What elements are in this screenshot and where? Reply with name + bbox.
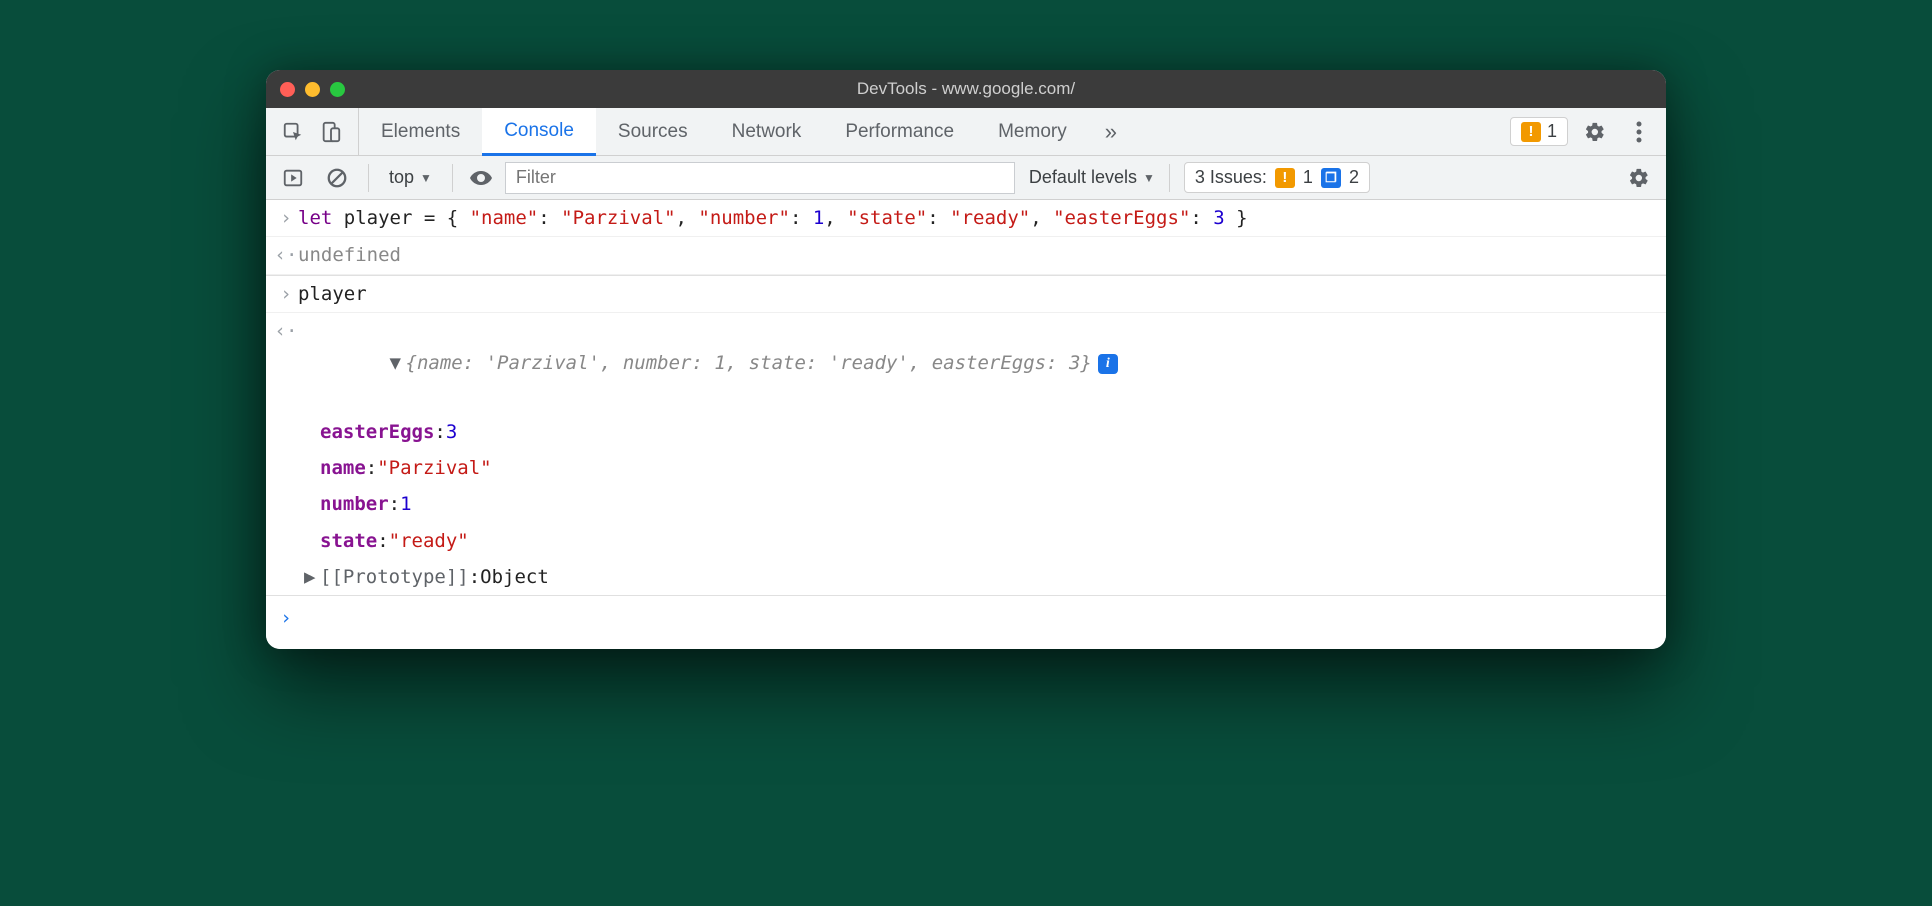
console-input-row[interactable]: › player [266, 275, 1666, 313]
kebab-menu-icon[interactable] [1622, 115, 1656, 149]
separator [452, 164, 453, 192]
object-property-row[interactable]: name: "Parzival" [266, 450, 1666, 486]
more-tabs-icon[interactable]: » [1089, 108, 1133, 155]
warning-icon: ! [1521, 122, 1541, 142]
input-prompt-icon: › [274, 278, 298, 310]
info-badge-icon[interactable]: i [1098, 354, 1118, 374]
disclosure-triangle-icon[interactable]: ▶ [304, 561, 320, 593]
tabs-container: Elements Console Sources Network Perform… [359, 108, 1510, 155]
console-output-row: ‹· ▼{name: 'Parzival', number: 1, state:… [266, 313, 1666, 414]
context-label: top [389, 167, 414, 188]
window-title: DevTools - www.google.com/ [266, 79, 1666, 99]
tab-console[interactable]: Console [482, 108, 596, 156]
issues-warn-count: 1 [1303, 167, 1313, 188]
tab-performance[interactable]: Performance [823, 108, 976, 155]
object-summary: {name: 'Parzival', number: 1, state: 're… [406, 352, 1092, 374]
tab-network[interactable]: Network [710, 108, 824, 155]
output-prompt-icon: ‹· [274, 315, 298, 412]
separator [1169, 164, 1170, 192]
clear-console-icon[interactable] [320, 161, 354, 195]
chevron-down-icon: ▼ [1143, 171, 1155, 185]
prototype-value: Object [480, 561, 549, 593]
settings-gear-icon[interactable] [1578, 115, 1612, 149]
object-property-row[interactable]: state: "ready" [266, 523, 1666, 559]
console-toolbar: top ▼ Default levels ▼ 3 Issues: ! 1 ❐ 2 [266, 156, 1666, 200]
console-output-row: ‹· undefined [266, 237, 1666, 274]
object-summary-row[interactable]: ▼{name: 'Parzival', number: 1, state: 'r… [298, 315, 1654, 412]
close-window-button[interactable] [280, 82, 295, 97]
filter-input[interactable] [505, 162, 1015, 194]
info-icon: ❐ [1321, 168, 1341, 188]
output-prompt-icon: ‹· [274, 239, 298, 271]
devtools-window: DevTools - www.google.com/ Elements Cons… [266, 70, 1666, 649]
warning-icon: ! [1275, 168, 1295, 188]
issues-label: 3 Issues: [1195, 167, 1267, 188]
separator [368, 164, 369, 192]
warnings-badge[interactable]: ! 1 [1510, 117, 1568, 146]
input-prompt-icon: › [274, 202, 298, 234]
live-expression-icon[interactable] [467, 164, 495, 192]
inspect-element-icon[interactable] [276, 115, 310, 149]
console-settings-gear-icon[interactable] [1622, 161, 1656, 195]
console-undefined: undefined [298, 239, 1654, 271]
levels-label: Default levels [1029, 167, 1137, 188]
object-property-row[interactable]: easterEggs: 3 [266, 414, 1666, 450]
context-picker[interactable]: top ▼ [383, 163, 438, 192]
issues-badge[interactable]: 3 Issues: ! 1 ❐ 2 [1184, 162, 1370, 193]
object-property-row[interactable]: number: 1 [266, 486, 1666, 522]
issues-info-count: 2 [1349, 167, 1359, 188]
console-output: › let player = { "name": "Parzival", "nu… [266, 200, 1666, 649]
prototype-label: [[Prototype]] [320, 561, 469, 593]
log-levels-picker[interactable]: Default levels ▼ [1029, 167, 1155, 188]
devtools-tabs-row: Elements Console Sources Network Perform… [266, 108, 1666, 156]
warnings-count: 1 [1547, 121, 1557, 142]
device-toolbar-icon[interactable] [314, 115, 348, 149]
input-prompt-icon: › [274, 602, 298, 634]
titlebar: DevTools - www.google.com/ [266, 70, 1666, 108]
tab-sources[interactable]: Sources [596, 108, 710, 155]
console-prompt[interactable]: › [266, 596, 1666, 648]
chevron-down-icon: ▼ [420, 171, 432, 185]
console-input-row[interactable]: › let player = { "name": "Parzival", "nu… [266, 200, 1666, 237]
prototype-row[interactable]: ▶[[Prototype]]: Object [266, 559, 1666, 596]
tab-elements[interactable]: Elements [359, 108, 482, 155]
minimize-window-button[interactable] [305, 82, 320, 97]
tab-memory[interactable]: Memory [976, 108, 1089, 155]
disclosure-triangle-icon[interactable]: ▼ [390, 347, 406, 379]
console-code: player [298, 278, 1654, 310]
toggle-sidebar-icon[interactable] [276, 161, 310, 195]
console-code: let player = { "name": "Parzival", "numb… [298, 202, 1654, 234]
zoom-window-button[interactable] [330, 82, 345, 97]
window-controls [280, 82, 345, 97]
